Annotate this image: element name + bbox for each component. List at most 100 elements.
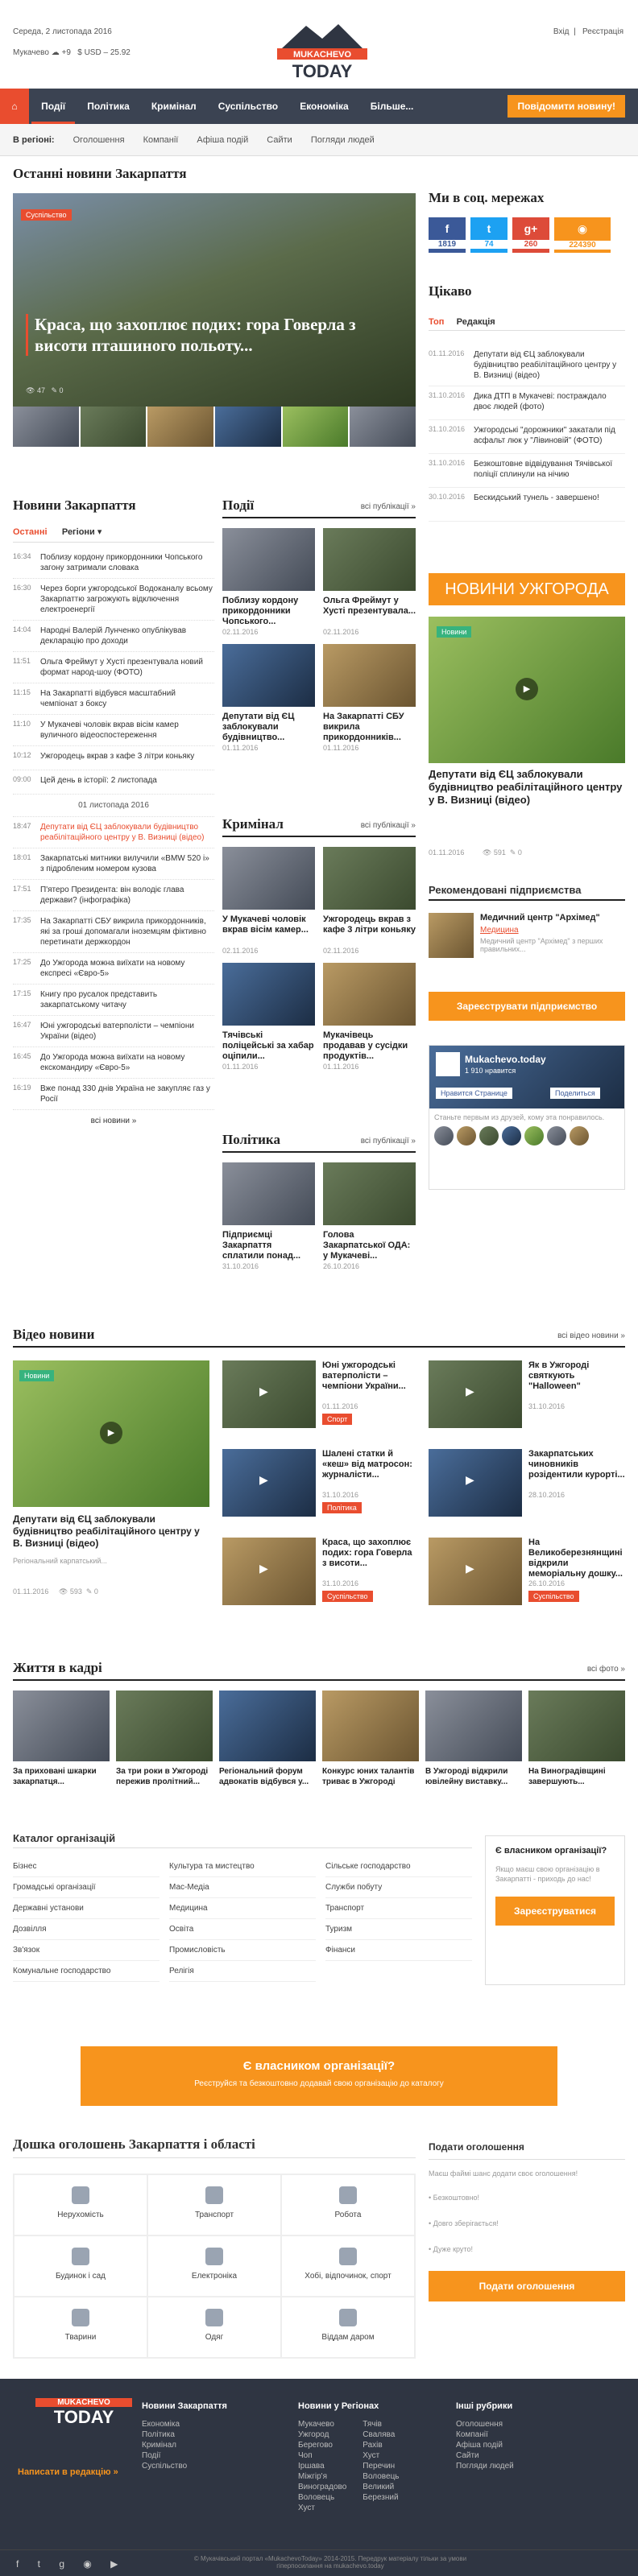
- subnav-opinions[interactable]: Погляди людей: [303, 124, 383, 156]
- video-item[interactable]: ▶ Шалені статки й «кеш» від матросон: жур…: [222, 1449, 416, 1523]
- life-image[interactable]: [322, 1690, 419, 1761]
- catalog-item[interactable]: Комунальне господарство: [13, 1961, 160, 1982]
- footer-link[interactable]: Свалява: [362, 2429, 399, 2440]
- footer-social-icons[interactable]: f t g ◉ ▶: [16, 2558, 126, 2570]
- news-card[interactable]: Поблизу кордону прикордонники Чопського.…: [222, 528, 315, 636]
- catalog-item[interactable]: Освіта: [169, 1919, 316, 1940]
- news-card[interactable]: Ужгородець вкрав з кафе 3 літри коньяку 0…: [323, 847, 416, 955]
- video-tag[interactable]: Спорт: [322, 1414, 353, 1425]
- video-thumb[interactable]: ▶: [222, 1538, 316, 1605]
- video-item[interactable]: ▶ Краса, що захоплює подих: гора Говерла …: [222, 1538, 416, 1612]
- news-card[interactable]: Голова Закарпатської ОДА: у Мукачеві... 2…: [323, 1162, 416, 1270]
- news-row[interactable]: 16:45 До Ужгорода можна виїхати на новому…: [13, 1047, 214, 1079]
- footer-link[interactable]: Мукачево: [298, 2419, 346, 2429]
- news-row[interactable]: 18:01 Закарпатські митники вилучили «BMW …: [13, 848, 214, 880]
- twitter-button[interactable]: t 74: [470, 217, 508, 253]
- catalog-item[interactable]: Служби побуту: [325, 1877, 472, 1898]
- news-row[interactable]: 11:15 На Закарпатті відбувся масштабний ч…: [13, 683, 214, 715]
- facebook-button[interactable]: f 1819: [429, 217, 466, 253]
- footer-link[interactable]: Кримінал: [142, 2440, 255, 2450]
- life-image[interactable]: [13, 1690, 110, 1761]
- footer-link[interactable]: Суспільство: [142, 2461, 255, 2471]
- nav-more[interactable]: Більше...: [361, 89, 424, 124]
- owner-register-button[interactable]: Зареєструватися: [495, 1897, 615, 1926]
- item-text[interactable]: Ужгородські "дорожники" закатали під асф…: [474, 425, 625, 448]
- googleplus-button[interactable]: g+ 260: [512, 217, 549, 253]
- life-item[interactable]: За приховані шкарки закарпатця...: [13, 1690, 110, 1787]
- board-category[interactable]: Віддам даром: [281, 2297, 415, 2358]
- interesting-item[interactable]: 31.10.2016 Дика ДТП в Мукачеві: постражда…: [429, 386, 625, 420]
- video-tag[interactable]: Політика: [322, 1502, 362, 1513]
- footer-link[interactable]: Великий: [362, 2482, 399, 2492]
- footer-link[interactable]: Оголошення: [456, 2419, 617, 2429]
- fb-share-button[interactable]: Поделиться: [550, 1088, 600, 1099]
- hero-image[interactable]: Суспільство Краса, що захоплює подих: го…: [13, 193, 416, 407]
- video-title[interactable]: Юні ужгородські ватерполісти – чемпіони …: [322, 1360, 416, 1402]
- card-title[interactable]: Поблизу кордону прикордонники Чопського.…: [222, 596, 315, 628]
- news-card[interactable]: Депутати від ЄЦ заблокували будівництво.…: [222, 644, 315, 752]
- board-category[interactable]: Електроніка: [147, 2235, 281, 2297]
- tab-editorial[interactable]: Редакція: [457, 317, 495, 327]
- card-title[interactable]: Голова Закарпатської ОДА: у Мукачеві...: [323, 1230, 416, 1262]
- hero-title[interactable]: Краса, що захоплює подих: гора Говерла з…: [26, 314, 380, 356]
- video-thumb[interactable]: ▶: [222, 1449, 316, 1517]
- news-text[interactable]: На Закарпатті відбувся масштабний чемпіо…: [40, 688, 214, 709]
- news-text[interactable]: На Закарпатті СБУ викрила прикордонників…: [40, 916, 214, 947]
- subnav-sites[interactable]: Сайти: [259, 124, 300, 156]
- thumb-3[interactable]: [147, 407, 214, 447]
- site-logo[interactable]: MUKACHEVO TODAY: [266, 16, 379, 81]
- footer-link[interactable]: Ужгород: [298, 2429, 346, 2440]
- footer-link[interactable]: Березний: [362, 2492, 399, 2503]
- catalog-item[interactable]: Промисловість: [169, 1940, 316, 1961]
- archimed-logo[interactable]: [429, 913, 474, 958]
- card-title[interactable]: Тячівські поліцейські за хабар оціпили..…: [222, 1030, 315, 1063]
- board-category[interactable]: Робота: [281, 2174, 415, 2235]
- video-title[interactable]: Краса, що захоплює подих: гора Говерла з…: [322, 1538, 416, 1579]
- card-image[interactable]: [222, 1162, 315, 1225]
- news-card[interactable]: Мукачівець продавав у сусідки продуктів.…: [323, 963, 416, 1071]
- uzhgorod-title[interactable]: Депутати від ЄЦ заблокували будівництво …: [429, 768, 625, 807]
- news-text[interactable]: П'ятеро Президента: він володіє глава де…: [40, 885, 214, 906]
- play-icon[interactable]: ▶: [466, 1385, 474, 1398]
- life-all-link[interactable]: всі фото »: [587, 1665, 625, 1674]
- interesting-item[interactable]: 30.10.2016 Бескидський тунель - завершено…: [429, 488, 625, 522]
- board-category[interactable]: Одяг: [147, 2297, 281, 2358]
- video-main-image[interactable]: Новини ▶: [13, 1360, 209, 1507]
- news-card[interactable]: Тячівські поліцейські за хабар оціпили..…: [222, 963, 315, 1071]
- news-text[interactable]: Цей день в історії: 2 листопада: [40, 775, 157, 789]
- catalog-item[interactable]: Дозвілля: [13, 1919, 160, 1940]
- uzhgorod-tag[interactable]: Новини: [437, 626, 472, 638]
- play-icon[interactable]: ▶: [259, 1562, 268, 1575]
- catalog-item[interactable]: Державні установи: [13, 1898, 160, 1919]
- video-item[interactable]: ▶ Закарпатських чиновників розідентили ку…: [429, 1449, 625, 1523]
- video-main-title[interactable]: Депутати від ЄЦ заблокували будівництво …: [13, 1513, 209, 1550]
- video-item[interactable]: ▶ На Великоберезнянщині відкрили меморіал…: [429, 1538, 625, 1612]
- fb-page-name[interactable]: Mukachevo.today: [465, 1054, 546, 1065]
- video-title[interactable]: Як в Ужгороді святкують "Halloween": [528, 1360, 625, 1402]
- life-image[interactable]: [528, 1690, 625, 1761]
- news-text[interactable]: Книгу про русалок представить закарпатсь…: [40, 989, 214, 1010]
- write-editor-link[interactable]: Написати в редакцію »: [18, 2467, 118, 2477]
- tab-latest[interactable]: Останні: [13, 527, 48, 537]
- news-row[interactable]: 10:12 Ужгородець вкрав з кафе 3 літри кон…: [13, 746, 214, 770]
- card-title[interactable]: Ольга Фреймут у Хусті презентувала...: [323, 596, 416, 628]
- report-news-button[interactable]: Повідомити новину!: [508, 95, 625, 118]
- footer-link[interactable]: Берегово: [298, 2440, 346, 2450]
- card-title[interactable]: На Закарпатті СБУ викрила прикордонників…: [323, 712, 416, 744]
- footer-link[interactable]: Хуст: [298, 2503, 346, 2513]
- events-all-link[interactable]: всі публікації »: [361, 502, 416, 511]
- life-item[interactable]: На Виноградівщині завершують...: [528, 1690, 625, 1787]
- news-row[interactable]: 17:15 Книгу про русалок представить закар…: [13, 985, 214, 1016]
- item-text[interactable]: Безкоштовне відвідування Тячівської полі…: [474, 459, 625, 482]
- board-category[interactable]: Транспорт: [147, 2174, 281, 2235]
- footer-link[interactable]: Виноградово: [298, 2482, 346, 2492]
- interesting-item[interactable]: 31.10.2016 Ужгородські "дорожники" заката…: [429, 420, 625, 454]
- life-item[interactable]: За три роки в Ужгороді пережив пролітний…: [116, 1690, 213, 1787]
- news-card[interactable]: На Закарпатті СБУ викрила прикордонників…: [323, 644, 416, 752]
- fb-like-button[interactable]: Нравится Странице: [436, 1088, 512, 1099]
- footer-link[interactable]: Сайти: [456, 2450, 617, 2461]
- life-title[interactable]: За три роки в Ужгороді пережив пролітний…: [116, 1766, 213, 1787]
- footer-link[interactable]: Політика: [142, 2429, 255, 2440]
- footer-link[interactable]: Міжгір'я: [298, 2471, 346, 2482]
- thumb-5[interactable]: [282, 407, 349, 447]
